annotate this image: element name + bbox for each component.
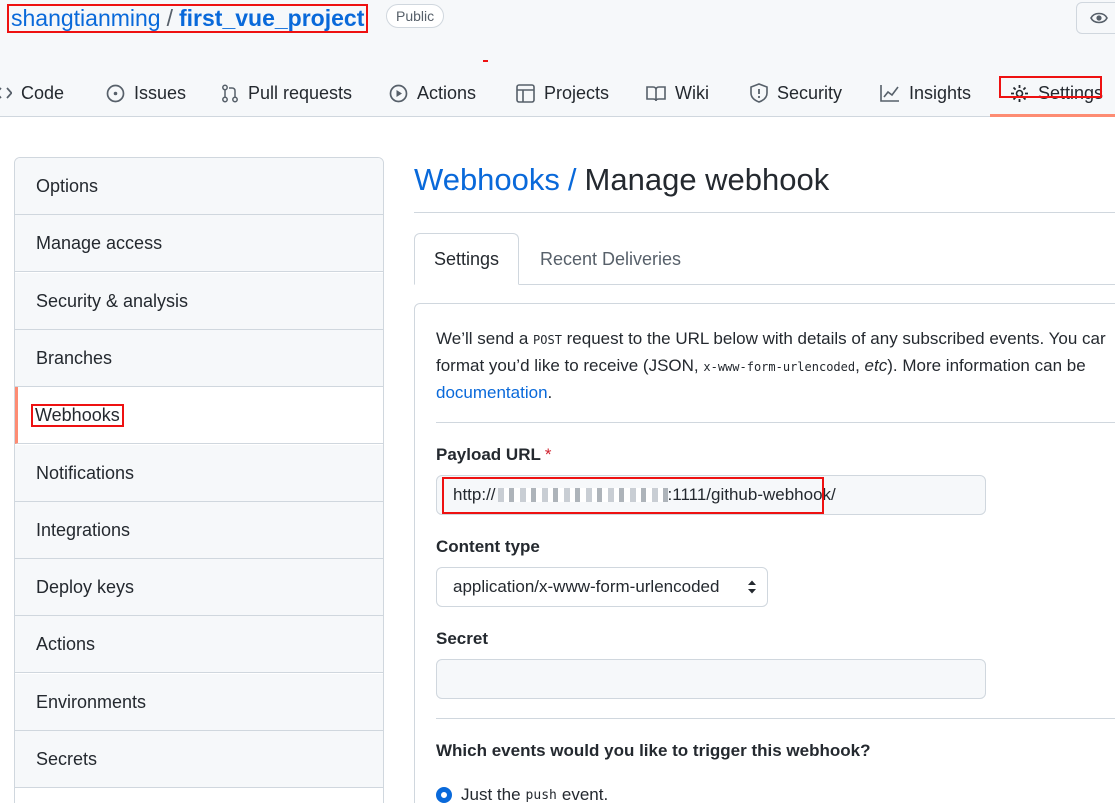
tab-label: Wiki	[675, 82, 709, 103]
divider	[436, 718, 1115, 719]
sidebar-item-label: Notifications	[36, 462, 135, 483]
divider	[414, 212, 1115, 213]
sidebar-item-options[interactable]: Options	[15, 158, 383, 215]
select-value: application/x-www-form-urlencoded	[453, 577, 720, 596]
secret-label: Secret	[436, 629, 488, 648]
sidebar-item-secrets[interactable]: Secrets	[15, 731, 383, 788]
sidebar-item-label: Integrations	[36, 519, 131, 540]
visibility-badge: Public	[386, 4, 445, 28]
sidebar-item-webhooks[interactable]: Webhooks	[15, 387, 383, 444]
sidebar-item-label: Branches	[36, 347, 113, 368]
page-title: Manage webhook	[584, 162, 830, 197]
content-type-label: Content type	[436, 537, 540, 556]
eye-icon	[1090, 12, 1108, 24]
tab-recent-deliveries[interactable]: Recent Deliveries	[540, 233, 681, 285]
radio-push-event[interactable]: Just the push event.	[436, 785, 608, 803]
radio-button[interactable]	[436, 787, 452, 803]
radio-label: event.	[561, 785, 609, 803]
table-icon	[516, 83, 535, 103]
tab-label: Actions	[417, 82, 477, 103]
sidebar-item-label: Webhooks	[31, 403, 124, 427]
sidebar-item-security-analysis[interactable]: Security & analysis	[15, 273, 383, 330]
sidebar-item-deploy-keys[interactable]: Deploy keys	[15, 559, 383, 616]
intro-text-segment: request to the URL below with details of…	[561, 329, 1106, 348]
annotation-box	[999, 76, 1102, 98]
sidebar-item-label: Environments	[36, 691, 147, 712]
intro-text-segment: format you’d like to receive (JSON,	[436, 356, 704, 375]
sidebar-item-notifications[interactable]: Notifications	[15, 445, 383, 502]
sidebar-item-label: Deploy keys	[36, 576, 135, 597]
tab-label: Insights	[909, 82, 972, 103]
sidebar-item-label: Options	[36, 175, 99, 196]
tab-code[interactable]: Code	[0, 70, 64, 116]
settings-sidebar: Options Manage access Security & analysi…	[14, 157, 384, 803]
documentation-link[interactable]: documentation	[436, 383, 548, 402]
secret-input[interactable]	[436, 659, 986, 699]
sidebar-item-manage-access[interactable]: Manage access	[15, 215, 383, 272]
shield-icon	[750, 83, 768, 103]
subtabs-divider	[414, 284, 1115, 285]
tab-label: Code	[21, 82, 65, 103]
etc-text: etc	[864, 356, 888, 375]
intro-text: We’ll send a POST request to the URL bel…	[436, 326, 1115, 406]
tab-security[interactable]: Security	[750, 70, 842, 116]
sidebar-item-label: Actions	[36, 633, 96, 654]
content-type-select[interactable]: application/x-www-form-urlencoded	[436, 567, 768, 607]
push-code: push	[525, 787, 557, 803]
breadcrumb-separator: /	[567, 162, 577, 197]
label-text: Payload URL	[436, 445, 541, 464]
tab-label: Security	[777, 82, 843, 103]
graph-icon	[880, 85, 899, 102]
repo-name-link[interactable]: first_vue_project	[179, 5, 364, 32]
annotation-box	[442, 477, 824, 514]
book-icon	[646, 85, 666, 101]
breadcrumb-webhooks-link[interactable]: Webhooks	[414, 162, 560, 197]
sidebar-item-label: Secrets	[36, 748, 98, 769]
tab-label: Projects	[544, 82, 610, 103]
git-pull-request-icon	[222, 84, 238, 102]
tab-projects[interactable]: Projects	[516, 70, 609, 116]
intro-text-segment: We’ll send a	[436, 329, 534, 348]
issue-opened-icon	[106, 84, 125, 102]
events-question: Which events would you like to trigger t…	[436, 741, 871, 760]
intro-text-segment: .	[547, 383, 553, 402]
tab-actions[interactable]: Actions	[389, 70, 476, 116]
intro-text-segment: ). More information can be	[887, 356, 1086, 375]
page-heading: Webhooks / Manage webhook	[414, 162, 829, 198]
annotation-mark	[483, 60, 488, 62]
sidebar-item-actions[interactable]: Actions	[15, 616, 383, 673]
tab-settings-subtab[interactable]: Settings	[414, 233, 519, 285]
post-code: POST	[533, 333, 562, 347]
webhook-form: We’ll send a POST request to the URL bel…	[414, 303, 1115, 803]
repo-header: shangtianming / first_vue_project Public…	[0, 0, 1115, 117]
play-icon	[389, 84, 408, 102]
selected-tab-underline	[990, 114, 1115, 117]
divider	[436, 422, 1115, 423]
tab-label: Pull requests	[248, 82, 353, 103]
tab-label: Issues	[134, 82, 187, 103]
sidebar-item-branches[interactable]: Branches	[15, 330, 383, 387]
intro-text-segment: ,	[855, 356, 865, 375]
sidebar-item-label: Security & analysis	[36, 290, 189, 311]
repo-owner-link[interactable]: shangtianming	[11, 5, 161, 32]
required-mark: *	[544, 445, 552, 464]
repo-separator: /	[166, 5, 173, 31]
tab-issues[interactable]: Issues	[106, 70, 186, 116]
select-arrows-icon	[748, 580, 756, 594]
code-icon	[0, 87, 12, 99]
radio-label: Just the	[461, 785, 521, 803]
payload-url-label: Payload URL *	[436, 445, 551, 465]
tab-insights[interactable]: Insights	[880, 70, 971, 116]
repo-title: shangtianming / first_vue_project	[7, 4, 369, 33]
watch-button[interactable]	[1076, 2, 1115, 34]
sidebar-item-integrations[interactable]: Integrations	[15, 502, 383, 559]
tab-pull-requests[interactable]: Pull requests	[221, 70, 352, 116]
urlencoded-code: x-www-form-urlencoded	[703, 360, 856, 374]
sidebar-item-label: Manage access	[36, 232, 163, 253]
tab-wiki[interactable]: Wiki	[646, 70, 709, 116]
sidebar-item-environments[interactable]: Environments	[15, 674, 383, 731]
